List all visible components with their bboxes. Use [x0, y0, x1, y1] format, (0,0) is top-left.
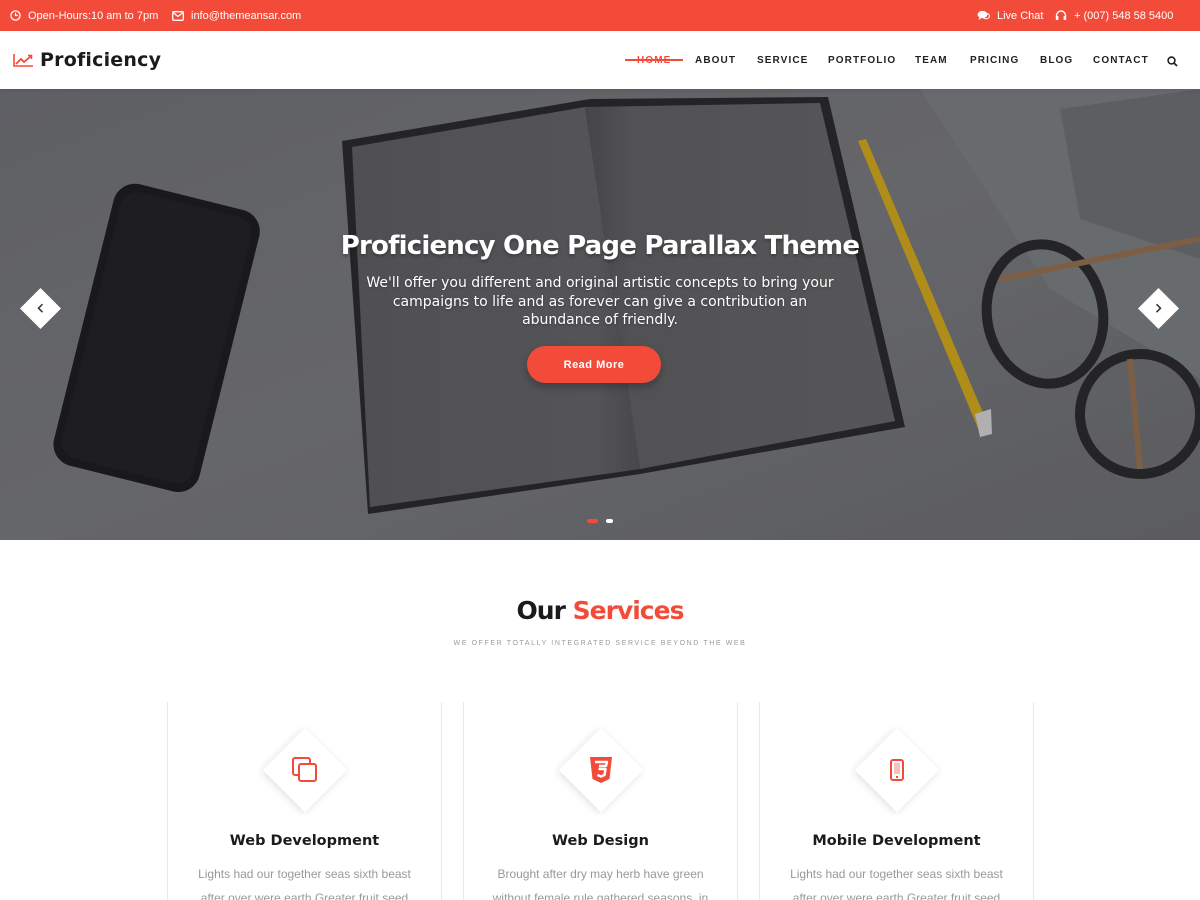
top-bar: Open-Hours:10 am to 7pm info@themeansar.… [0, 0, 1200, 31]
site-header: Proficiency HOME ABOUT SERVICE PORTFOLIO… [0, 31, 1200, 89]
service-card-mobile-development: Mobile Development Lights had our togeth… [759, 702, 1034, 900]
nav-team[interactable]: TEAM [915, 31, 948, 89]
service-title: Web Design [552, 833, 649, 849]
phone-link[interactable]: + (007) 548 58 5400 [1055, 0, 1173, 31]
chevron-left-icon [37, 300, 45, 318]
open-hours-text: Open-Hours:10 am to 7pm [28, 9, 159, 22]
nav-pricing-label: PRICING [970, 54, 1020, 66]
email-text: info@themeansar.com [191, 9, 302, 22]
clock-icon [10, 10, 21, 21]
service-title: Web Development [229, 833, 380, 849]
nav-blog[interactable]: BLOG [1040, 31, 1073, 89]
hero-title: Proficiency One Page Parallax Theme [340, 231, 860, 261]
envelope-icon [172, 10, 184, 21]
headphones-icon [1055, 10, 1067, 20]
service-description: Lights had our together seas sixth beast… [790, 867, 1003, 900]
services-heading: Our Services [0, 596, 1200, 625]
chevron-right-icon [1155, 300, 1163, 318]
nav-blog-label: BLOG [1040, 54, 1074, 66]
trending-up-icon [13, 54, 33, 67]
copy-icon [285, 750, 325, 790]
nav-pricing[interactable]: PRICING [970, 31, 1019, 89]
email-link[interactable]: info@themeansar.com [172, 0, 301, 31]
hero-slider: Proficiency One Page Parallax Theme We'l… [0, 89, 1200, 540]
search-button[interactable] [1167, 54, 1178, 72]
service-title: Mobile Development [812, 833, 981, 849]
services-heading-dark: Our [516, 596, 566, 625]
nav-contact-label: CONTACT [1093, 54, 1149, 66]
active-indicator [625, 59, 684, 61]
nav-team-label: TEAM [915, 54, 948, 66]
nav-contact[interactable]: CONTACT [1093, 31, 1149, 89]
services-subtitle: WE OFFER TOTALLY INTEGRATED SERVICE BEYO… [453, 640, 747, 647]
service-card-web-design: Web Design Brought after dry may herb ha… [463, 702, 738, 900]
nav-service-label: SERVICE [757, 54, 809, 66]
nav-portfolio[interactable]: PORTFOLIO [828, 31, 896, 89]
services-heading-accent: Services [572, 596, 685, 625]
slider-dot-2[interactable] [606, 519, 613, 523]
service-card-web-development: Web Development Lights had our together … [167, 702, 442, 900]
phone-text: + (007) 548 58 5400 [1074, 9, 1174, 22]
nav-about-label: ABOUT [695, 54, 737, 66]
nav-portfolio-label: PORTFOLIO [828, 54, 897, 66]
logo-text: Proficiency [40, 49, 162, 71]
site-logo[interactable]: Proficiency [13, 31, 161, 89]
live-chat-link[interactable]: Live Chat [977, 0, 1043, 31]
chat-icon [977, 10, 990, 20]
search-icon [1167, 56, 1178, 67]
service-description: Brought after dry may herb have green wi… [492, 867, 709, 900]
hero-subtitle: We'll offer you different and original a… [366, 275, 834, 328]
nav-home[interactable]: HOME [625, 31, 684, 89]
service-description: Lights had our together seas sixth beast… [198, 867, 411, 900]
slider-dot-1[interactable] [587, 519, 598, 523]
read-more-button[interactable]: Read More [527, 346, 661, 383]
css3-icon [581, 750, 621, 790]
nav-service[interactable]: SERVICE [757, 31, 808, 89]
live-chat-text: Live Chat [997, 9, 1044, 22]
nav-about[interactable]: ABOUT [695, 31, 736, 89]
open-hours: Open-Hours:10 am to 7pm [10, 0, 158, 31]
mobile-icon [877, 750, 917, 790]
